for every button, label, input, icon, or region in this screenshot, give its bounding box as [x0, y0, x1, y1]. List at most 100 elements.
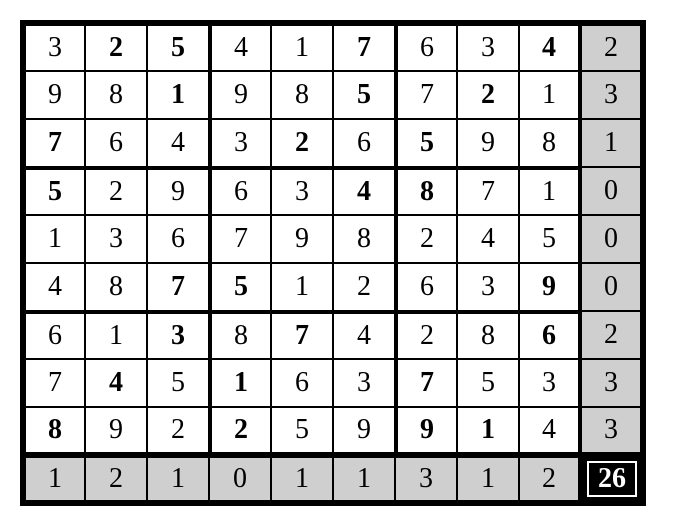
- col-sum: 1: [457, 455, 519, 503]
- col-sum: 1: [271, 455, 333, 503]
- grid-cell: 3: [271, 167, 333, 215]
- grid-cell: 6: [147, 215, 209, 263]
- grid-cell: 2: [85, 167, 147, 215]
- grid-cell: 7: [209, 215, 271, 263]
- grid-cell: 1: [271, 23, 333, 71]
- col-sum: 0: [209, 455, 271, 503]
- grid-cell: 9: [23, 71, 85, 119]
- col-sum: 1: [147, 455, 209, 503]
- grid-cell: 9: [333, 407, 395, 455]
- grid-cell: 1: [209, 359, 271, 407]
- grid-cell: 9: [85, 407, 147, 455]
- grid-cell: 5: [395, 119, 457, 167]
- row-sum: 0: [581, 167, 643, 215]
- grid-cell: 8: [395, 167, 457, 215]
- grid-cell: 7: [333, 23, 395, 71]
- grid-cell: 3: [457, 23, 519, 71]
- grid-cell: 7: [23, 359, 85, 407]
- grid-cell: 6: [85, 119, 147, 167]
- grid-cell: 3: [519, 359, 581, 407]
- grid-cell: 3: [333, 359, 395, 407]
- grid-cell: 9: [147, 167, 209, 215]
- grid-cell: 5: [457, 359, 519, 407]
- grid-cell: 5: [333, 71, 395, 119]
- row-sum: 3: [581, 359, 643, 407]
- grid-cell: 4: [23, 263, 85, 311]
- grid-cell: 1: [519, 167, 581, 215]
- grid-cell: 4: [333, 311, 395, 359]
- grid-cell: 1: [271, 263, 333, 311]
- grid-cell: 2: [147, 407, 209, 455]
- grid-cell: 2: [395, 215, 457, 263]
- grid-cell: 4: [147, 119, 209, 167]
- grid-cell: 2: [209, 407, 271, 455]
- grid-cell: 6: [271, 359, 333, 407]
- row-sum: 1: [581, 119, 643, 167]
- grid-cell: 7: [395, 359, 457, 407]
- grid-cell: 6: [395, 263, 457, 311]
- grid-cell: 2: [85, 23, 147, 71]
- grid-cell: 8: [333, 215, 395, 263]
- grid-cell: 1: [147, 71, 209, 119]
- row-sum: 0: [581, 215, 643, 263]
- col-sum: 1: [23, 455, 85, 503]
- grid-cell: 1: [23, 215, 85, 263]
- grid-cell: 7: [23, 119, 85, 167]
- grid-cell: 5: [519, 215, 581, 263]
- grid-cell: 8: [457, 311, 519, 359]
- grid-cell: 4: [209, 23, 271, 71]
- grid-cell: 9: [457, 119, 519, 167]
- grid-cell: 8: [23, 407, 85, 455]
- grid-cell: 4: [519, 407, 581, 455]
- grid-cell: 4: [333, 167, 395, 215]
- grid-cell: 9: [395, 407, 457, 455]
- grid-cell: 1: [519, 71, 581, 119]
- grid-cell: 6: [519, 311, 581, 359]
- grid-cell: 9: [519, 263, 581, 311]
- grid-cell: 5: [147, 359, 209, 407]
- row-sum: 2: [581, 311, 643, 359]
- grid-cell: 2: [333, 263, 395, 311]
- row-sum: 3: [581, 407, 643, 455]
- grid-cell: 4: [457, 215, 519, 263]
- grid-cell: 1: [457, 407, 519, 455]
- col-sum: 1: [333, 455, 395, 503]
- grid-cell: 4: [519, 23, 581, 71]
- grid-cell: 8: [209, 311, 271, 359]
- grid-cell: 5: [209, 263, 271, 311]
- grid-cell: 2: [457, 71, 519, 119]
- grand-total: 26: [581, 455, 643, 503]
- grid-cell: 6: [209, 167, 271, 215]
- grid-cell: 5: [147, 23, 209, 71]
- grid-cell: 7: [457, 167, 519, 215]
- grid-cell: 2: [395, 311, 457, 359]
- grid-cell: 8: [519, 119, 581, 167]
- grid-cell: 3: [457, 263, 519, 311]
- grid-cell: 7: [147, 263, 209, 311]
- grid-cell: 8: [85, 263, 147, 311]
- grid-cell: 1: [85, 311, 147, 359]
- col-sum: 3: [395, 455, 457, 503]
- row-sum: 2: [581, 23, 643, 71]
- grid-cell: 5: [271, 407, 333, 455]
- grid-cell: 4: [85, 359, 147, 407]
- grid-cell: 6: [333, 119, 395, 167]
- grid-cell: 7: [395, 71, 457, 119]
- grid-cell: 2: [271, 119, 333, 167]
- grid-cell: 8: [271, 71, 333, 119]
- grid-cell: 9: [209, 71, 271, 119]
- sudoku-sum-grid: 3254176342981985721376432659815296348710…: [20, 20, 646, 506]
- grid-cell: 6: [395, 23, 457, 71]
- grid-cell: 3: [209, 119, 271, 167]
- grid-cell: 3: [23, 23, 85, 71]
- col-sum: 2: [85, 455, 147, 503]
- grid-cell: 7: [271, 311, 333, 359]
- grid-cell: 8: [85, 71, 147, 119]
- row-sum: 0: [581, 263, 643, 311]
- grid-cell: 9: [271, 215, 333, 263]
- grid-cell: 3: [85, 215, 147, 263]
- row-sum: 3: [581, 71, 643, 119]
- grid-cell: 6: [23, 311, 85, 359]
- col-sum: 2: [519, 455, 581, 503]
- grid-cell: 5: [23, 167, 85, 215]
